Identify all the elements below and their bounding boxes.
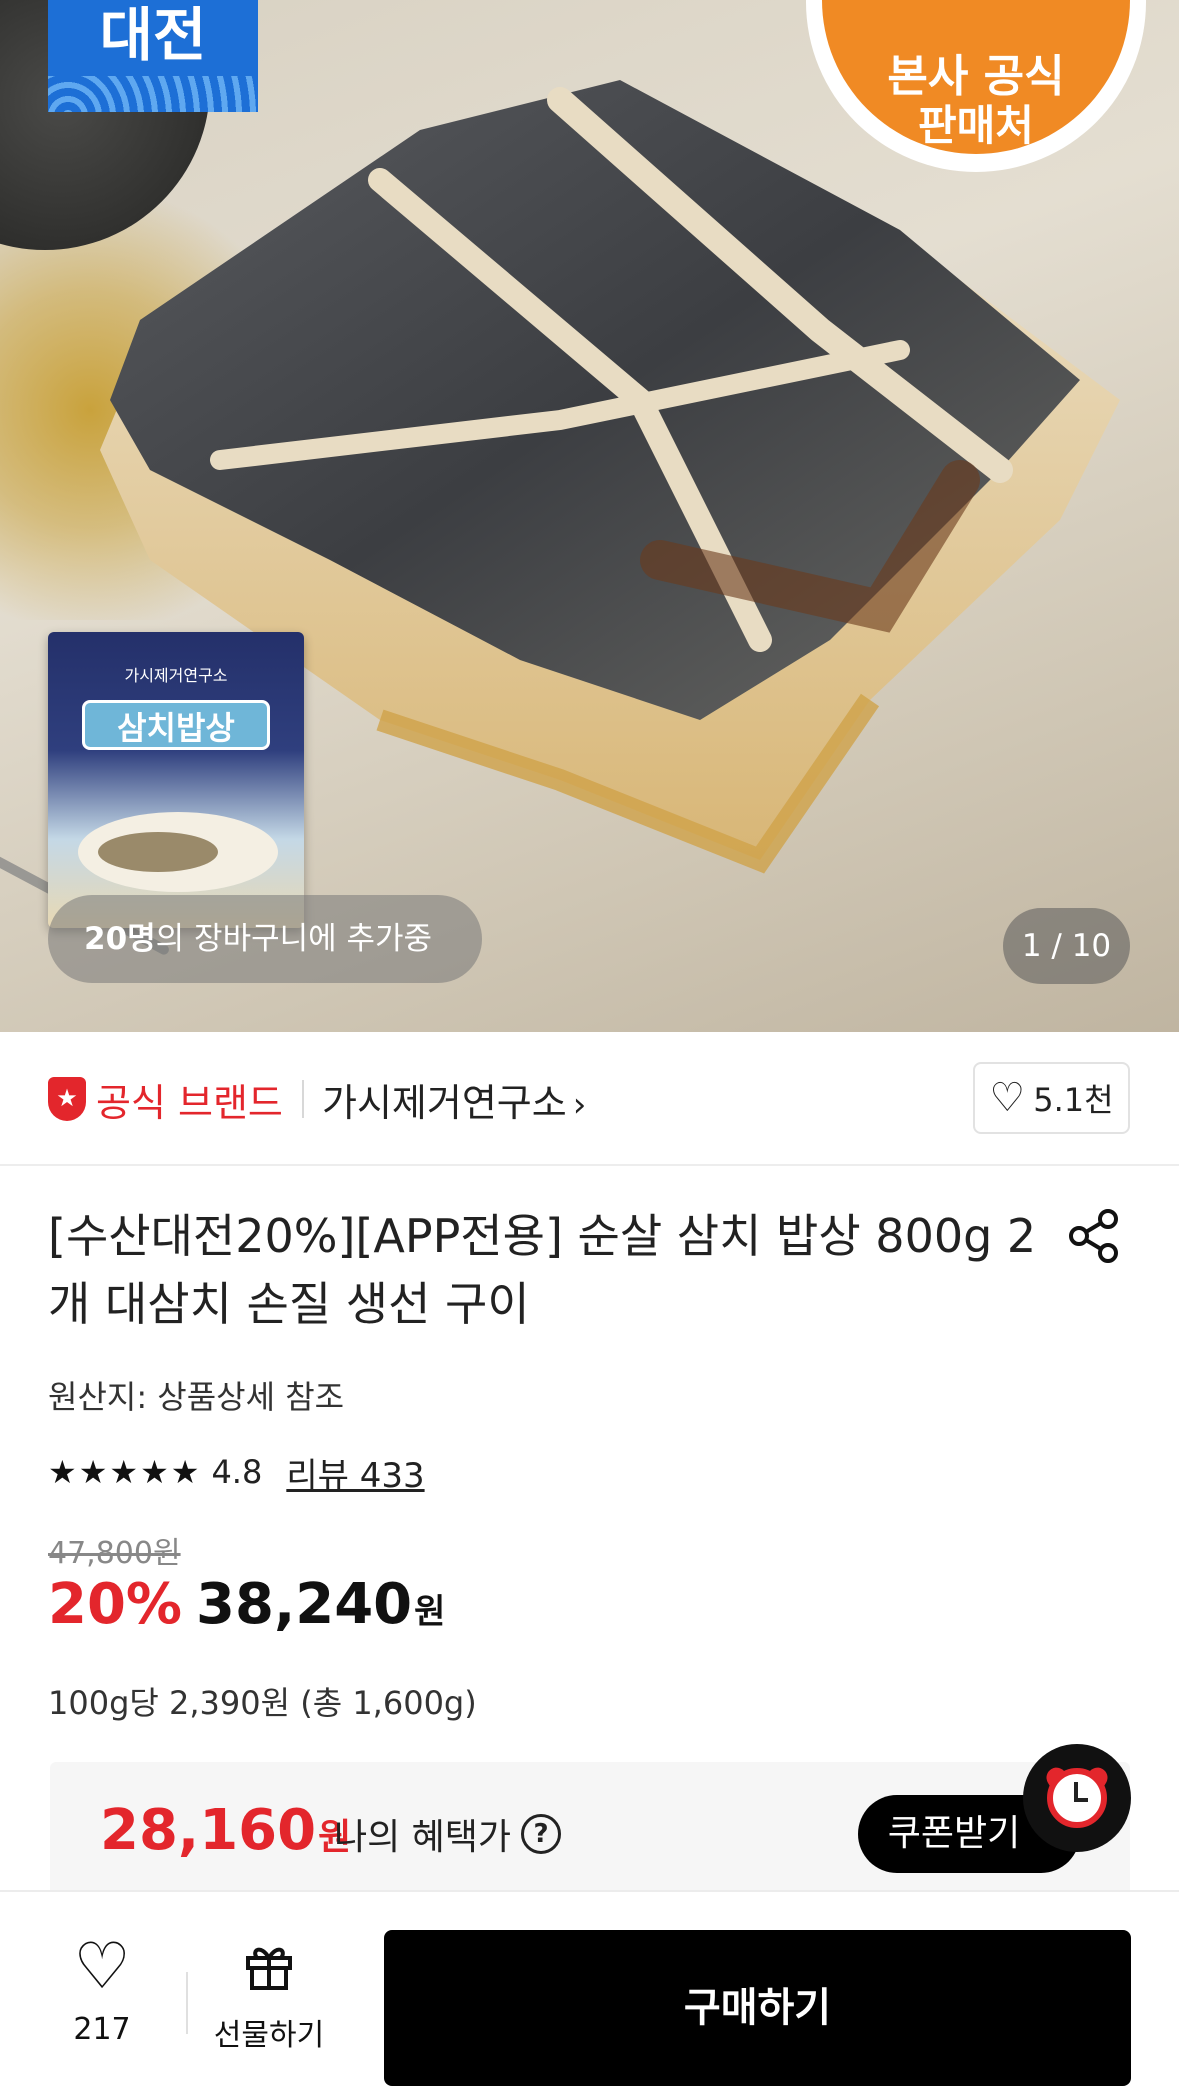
heart-outline-icon: ♡ [989, 1075, 1026, 1121]
cart-activity-text: 의 장바구니에 추가중 [155, 921, 433, 957]
official-brand-label: 공식 브랜드 [96, 1080, 283, 1125]
gift-icon [246, 1947, 292, 1990]
sale-price-row: 20% 38,240 원 [48, 1572, 445, 1637]
benefit-price-value: 28,160 [100, 1798, 317, 1863]
official-seller-badge-inner: 본사 공식 판매처 [822, 0, 1130, 154]
like-count: 5.1천 [1033, 1081, 1114, 1119]
wishlist-button[interactable]: ♡ 217 [40, 1932, 164, 2062]
official-badge-line2: 판매처 [918, 101, 1034, 150]
cart-count: 20명 [84, 921, 156, 957]
rating-score: 4.8 [211, 1453, 263, 1491]
store-link[interactable]: 가시제거연구소 › [322, 1072, 586, 1127]
package-title-text: 삼치밥상 [82, 700, 270, 750]
wishlist-count: 217 [73, 2012, 131, 2047]
original-price: 47,800원 [48, 1536, 181, 1571]
package-fish [98, 832, 218, 872]
package-brand-text: 가시제거연구소 [124, 666, 228, 685]
discount-percent: 20% [48, 1572, 183, 1637]
product-package-image: 가시제거연구소 삼치밥상 [48, 632, 304, 928]
like-button[interactable]: ♡ 5.1천 [973, 1062, 1130, 1134]
brand-divider [302, 1080, 304, 1118]
official-brand-badge: ★ 공식 브랜드 [48, 1074, 283, 1125]
unit-price: 100g당 2,390원 (총 1,600g) [48, 1684, 477, 1722]
rating-stars-icon: ★★★★★ [48, 1453, 202, 1491]
store-name: 가시제거연구소 [322, 1081, 567, 1125]
product-image-carousel[interactable]: 대전 본사 공식 판매처 가시제거연구소 삼치밥상 20명의 장바구니에 추가중… [0, 0, 1179, 1032]
star-shield-icon: ★ [48, 1077, 86, 1121]
bottom-divider [186, 1972, 188, 2034]
rating-row: ★★★★★ 4.8 리뷰 433 [48, 1448, 425, 1497]
review-link[interactable]: 리뷰 433 [286, 1448, 424, 1497]
brand-row: ★ 공식 브랜드 가시제거연구소 › ♡ 5.1천 [0, 1032, 1179, 1166]
alarm-clock-icon [1047, 1768, 1107, 1828]
gift-label: 선물하기 [213, 2018, 325, 2053]
gift-button[interactable]: 선물하기 [204, 1932, 334, 2062]
image-counter: 1 / 10 [1003, 908, 1130, 984]
chevron-right-icon: › [572, 1085, 587, 1125]
event-badge-label: 대전 [99, 1, 207, 69]
benefit-label-text: 나의 혜택가 [334, 1817, 512, 1858]
help-circle-icon[interactable]: ? [521, 1814, 562, 1854]
event-badge: 대전 [48, 0, 258, 112]
cart-activity-pill: 20명의 장바구니에 추가중 [48, 895, 482, 983]
heart-outline-icon: ♡ [73, 1930, 131, 2004]
wave-decoration [48, 76, 258, 112]
product-title: [수산대전20%][APP전용] 순살 삼치 밥상 800g 2개 대삼치 손질… [48, 1209, 1037, 1331]
buy-button[interactable]: 구매하기 [384, 1930, 1131, 2086]
benefit-label: 나의 혜택가 ? [334, 1808, 562, 1860]
official-seller-badge: 본사 공식 판매처 [806, 0, 1146, 172]
bottom-action-bar: ♡ 217 선물하기 구매하기 [0, 1890, 1179, 2093]
origin-info: 원산지: 상품상세 참조 [48, 1378, 345, 1416]
sale-price: 38,240 [196, 1572, 413, 1637]
share-icon[interactable] [1066, 1208, 1122, 1264]
sale-price-currency: 원 [414, 1592, 446, 1632]
alarm-clock-button[interactable] [1023, 1744, 1131, 1852]
benefit-price: 28,160 원 [100, 1798, 351, 1863]
